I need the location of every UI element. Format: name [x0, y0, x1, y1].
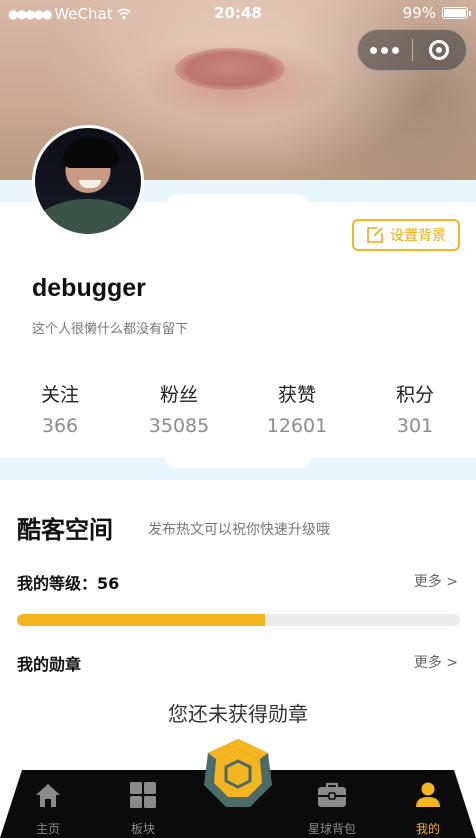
stat-points[interactable]: 积分 301: [365, 380, 465, 437]
empty-medals-text: 您还未获得勋章: [168, 702, 308, 726]
battery-percent: 99%: [402, 4, 436, 22]
battery-icon: [442, 7, 471, 19]
close-miniprogram-button[interactable]: [412, 30, 466, 70]
tab-label: 我的: [415, 822, 440, 836]
grid-icon: [111, 778, 175, 812]
set-background-button[interactable]: 设置背景: [352, 219, 460, 251]
level-label: 我的等级：56: [17, 574, 120, 593]
cover-photo-detail: [175, 48, 285, 90]
more-options-button[interactable]: [358, 30, 412, 70]
stat-value: 12601: [266, 415, 328, 437]
tab-mine[interactable]: 我的: [396, 778, 460, 837]
user-bio: 这个人很懒什么都没有留下: [32, 322, 189, 337]
stat-value: 35085: [148, 415, 210, 437]
level-progress-bar: [17, 614, 460, 626]
avatar[interactable]: [32, 125, 144, 237]
stat-label: 获赞: [277, 384, 316, 406]
bottom-divider-band: [0, 458, 476, 480]
tab-label: 主页: [35, 822, 60, 836]
tab-home[interactable]: 主页: [16, 778, 80, 837]
tab-sections[interactable]: 板块: [111, 778, 175, 837]
level-more-link[interactable]: 更多 >: [414, 571, 458, 591]
stat-following[interactable]: 关注 366: [10, 380, 110, 437]
section-subtitle: 发布热文可以祝你快速升级哦: [148, 522, 330, 538]
stat-label: 关注: [40, 384, 79, 406]
section-title: 酷客空间: [17, 516, 113, 544]
stats-row: 关注 366 粉丝 35085 获赞 12601 积分 301: [0, 380, 476, 440]
target-icon: [429, 40, 450, 60]
stat-label: 积分: [395, 384, 434, 406]
edit-icon: [367, 227, 383, 243]
medals-label: 我的勋章: [17, 655, 82, 674]
medals-more-link[interactable]: 更多 >: [414, 652, 458, 672]
center-publish-button[interactable]: [202, 737, 274, 809]
octagon-icon: [204, 739, 272, 807]
status-bar: ●●●●● WeChat 20:48 99%: [0, 0, 476, 28]
home-icon: [16, 778, 80, 812]
stat-value: 301: [396, 415, 434, 437]
user-icon: [396, 778, 460, 812]
stat-label: 粉丝: [159, 384, 198, 406]
set-background-label: 设置背景: [390, 228, 446, 244]
stat-followers[interactable]: 粉丝 35085: [129, 380, 229, 437]
tab-label: 板块: [130, 822, 155, 836]
tab-planet-bag[interactable]: 星球背包: [300, 778, 364, 837]
tab-label: 星球背包: [307, 822, 356, 836]
stat-value: 366: [41, 415, 79, 437]
username: debugger: [32, 274, 146, 302]
level-progress-fill: [17, 614, 266, 626]
briefcase-icon: [300, 778, 364, 812]
status-right: 99%: [402, 4, 471, 22]
stat-likes[interactable]: 获赞 12601: [247, 380, 347, 437]
miniprogram-capsule: [357, 29, 467, 71]
